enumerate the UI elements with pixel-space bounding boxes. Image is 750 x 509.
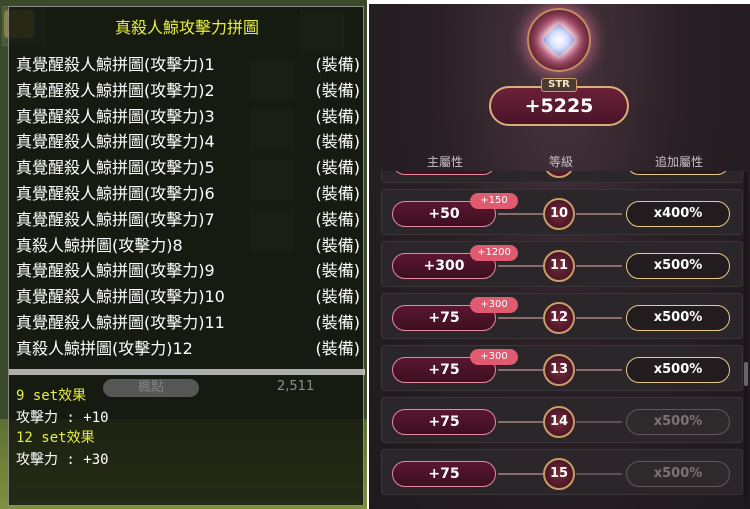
set-piece-row: 真覺醒殺人鯨拼圖(攻擊力)4 (裝備) — [16, 128, 360, 154]
level-medal: 9 — [543, 171, 575, 178]
connector-line — [576, 317, 622, 319]
set-piece-row: 真覺醒殺人鯨拼圖(攻擊力)2 (裝備) — [16, 77, 360, 103]
set-effect-header: 12 set效果 — [16, 430, 95, 446]
scrollbar-thumb[interactable] — [744, 362, 748, 386]
connector-line — [576, 421, 622, 423]
level-row[interactable]: +75 14 x500% — [381, 397, 743, 443]
extra-stat-pill: x500% — [626, 253, 730, 279]
extra-stat-pill: x500% — [626, 409, 730, 435]
connector-line — [576, 369, 622, 371]
main-stat-header: 主屬性 — [427, 155, 464, 169]
set-piece-status: (裝備) — [315, 80, 361, 100]
main-stat-pill: +75 — [392, 461, 496, 487]
set-piece-row: 真殺人鯨拼圖(攻擊力)8 (裝備) — [16, 232, 360, 258]
set-piece-row: 真覺醒殺人鯨拼圖(攻擊力)9 (裝備) — [16, 257, 360, 283]
extra-stat-pill: x500% — [626, 357, 730, 383]
bonus-badge: +300 — [470, 349, 518, 365]
level-row[interactable]: +300 +1200 11 x500% — [381, 241, 743, 287]
set-piece-name: 真覺醒殺人鯨拼圖(攻擊力)3 — [16, 106, 215, 126]
extra-stat-pill: x500% — [626, 461, 730, 487]
connector-line — [498, 421, 544, 423]
set-effect-stat: 攻擊力 : +10 — [16, 410, 109, 426]
level-row[interactable]: +50 9 x400% — [381, 171, 743, 183]
connector-line — [576, 213, 622, 215]
tooltip-divider — [9, 369, 365, 375]
column-headers: 主屬性 等級 追加屬性 — [377, 149, 747, 171]
level-row[interactable]: +50 +150 10 x400% — [381, 189, 743, 235]
level-header: 等級 — [549, 155, 574, 169]
set-piece-name: 真覺醒殺人鯨拼圖(攻擊力)4 — [16, 132, 215, 152]
set-piece-name: 真覺醒殺人鯨拼圖(攻擊力)7 — [16, 209, 215, 229]
set-piece-status: (裝備) — [315, 209, 361, 229]
set-piece-name: 真覺醒殺人鯨拼圖(攻擊力)2 — [16, 80, 215, 100]
level-medal: 12 — [543, 302, 575, 334]
total-stat-value: +5225 — [489, 86, 629, 126]
level-medal: 11 — [543, 250, 575, 282]
main-stat-pill: +75 — [392, 409, 496, 435]
set-effect-header: 9 set效果 — [16, 388, 87, 404]
set-piece-row: 真覺醒殺人鯨拼圖(攻擊力)1 (裝備) — [16, 51, 360, 77]
connector-line — [498, 369, 544, 371]
set-piece-row: 真覺醒殺人鯨拼圖(攻擊力)10 (裝備) — [16, 283, 360, 309]
set-piece-name: 真覺醒殺人鯨拼圖(攻擊力)9 — [16, 261, 215, 281]
bonus-badge: +300 — [470, 297, 518, 313]
set-piece-status: (裝備) — [315, 158, 361, 178]
set-piece-row: 真殺人鯨拼圖(攻擊力)12 (裝備) — [16, 335, 360, 361]
set-piece-row: 真覺醒殺人鯨拼圖(攻擊力)5 (裝備) — [16, 154, 360, 180]
set-piece-row: 真覺醒殺人鯨拼圖(攻擊力)11 (裝備) — [16, 309, 360, 335]
level-row[interactable]: +75 +300 13 x500% — [381, 345, 743, 391]
connector-line — [498, 213, 544, 215]
set-piece-status: (裝備) — [315, 235, 361, 255]
extra-stat-pill: x400% — [626, 171, 730, 175]
level-medal: 13 — [543, 354, 575, 386]
stat-type-tag: STR — [541, 78, 577, 92]
scrollbar-track[interactable] — [744, 172, 748, 502]
main-stat-pill: +50 — [392, 171, 496, 175]
set-piece-name: 真殺人鯨拼圖(攻擊力)8 — [16, 235, 183, 255]
extra-stat-pill: x500% — [626, 305, 730, 331]
connector-line — [576, 473, 622, 475]
set-piece-status: (裝備) — [315, 106, 361, 126]
bonus-badge: +1200 — [470, 245, 518, 261]
maple-points-value: 2,511 — [277, 379, 315, 394]
extra-stat-header: 追加屬性 — [655, 155, 704, 169]
set-piece-status: (裝備) — [315, 313, 361, 332]
enhancement-panel: +5225 STR 主屬性 等級 追加屬性 +50 9 x400%+50 +150 10… — [369, 4, 750, 509]
set-piece-status: (裝備) — [315, 184, 361, 203]
set-piece-status: (裝備) — [315, 338, 361, 358]
level-list[interactable]: +509x400%+50+15010x400%+300+120011x500%+… — [377, 171, 745, 509]
set-piece-status: (裝備) — [315, 55, 361, 74]
set-piece-name: 真覺醒殺人鯨拼圖(攻擊力)5 — [16, 158, 215, 178]
connector-line — [498, 265, 544, 267]
set-piece-row: 真覺醒殺人鯨拼圖(攻擊力)7 (裝備) — [16, 206, 360, 232]
set-piece-row: 真覺醒殺人鯨拼圖(攻擊力)6 (裝備) — [16, 180, 360, 206]
connector-line — [498, 317, 544, 319]
game-background: 真殺人鯨攻擊力拼圖 真覺醒殺人鯨拼圖(攻擊力)1 (裝備) 真覺醒殺人鯨拼圖(攻擊力… — [0, 0, 367, 509]
level-medal: 10 — [543, 198, 575, 230]
extra-stat-pill: x400% — [626, 201, 730, 227]
connector-line — [498, 473, 544, 475]
gem-icon — [542, 23, 576, 57]
level-row[interactable]: +75 15 x500% — [381, 449, 743, 495]
level-row[interactable]: +75 +300 12 x500% — [381, 293, 743, 339]
set-piece-name: 真覺醒殺人鯨拼圖(攻擊力)11 — [16, 313, 225, 332]
level-medal: 14 — [543, 406, 575, 438]
level-medal: 15 — [543, 458, 575, 490]
connector-line — [576, 265, 622, 267]
set-effect-tooltip: 真殺人鯨攻擊力拼圖 真覺醒殺人鯨拼圖(攻擊力)1 (裝備) 真覺醒殺人鯨拼圖(攻擊力… — [8, 6, 365, 506]
set-piece-name: 真覺醒殺人鯨拼圖(攻擊力)1 — [16, 55, 215, 74]
set-effect-stat: 攻擊力 : +30 — [16, 452, 109, 468]
set-piece-status: (裝備) — [315, 132, 361, 152]
set-piece-status: (裝備) — [315, 287, 361, 307]
set-piece-name: 真殺人鯨拼圖(攻擊力)12 — [16, 338, 193, 358]
set-piece-name: 真覺醒殺人鯨拼圖(攻擊力)10 — [16, 287, 225, 307]
set-piece-status: (裝備) — [315, 261, 361, 281]
set-piece-name: 真覺醒殺人鯨拼圖(攻擊力)6 — [16, 184, 215, 203]
bonus-badge: +150 — [470, 193, 518, 209]
maple-points-label: 楓點 — [103, 379, 199, 397]
enhancement-orb — [527, 8, 591, 72]
tooltip-title: 真殺人鯨攻擊力拼圖 — [114, 18, 259, 37]
set-piece-row: 真覺醒殺人鯨拼圖(攻擊力)3 (裝備) — [16, 103, 360, 129]
